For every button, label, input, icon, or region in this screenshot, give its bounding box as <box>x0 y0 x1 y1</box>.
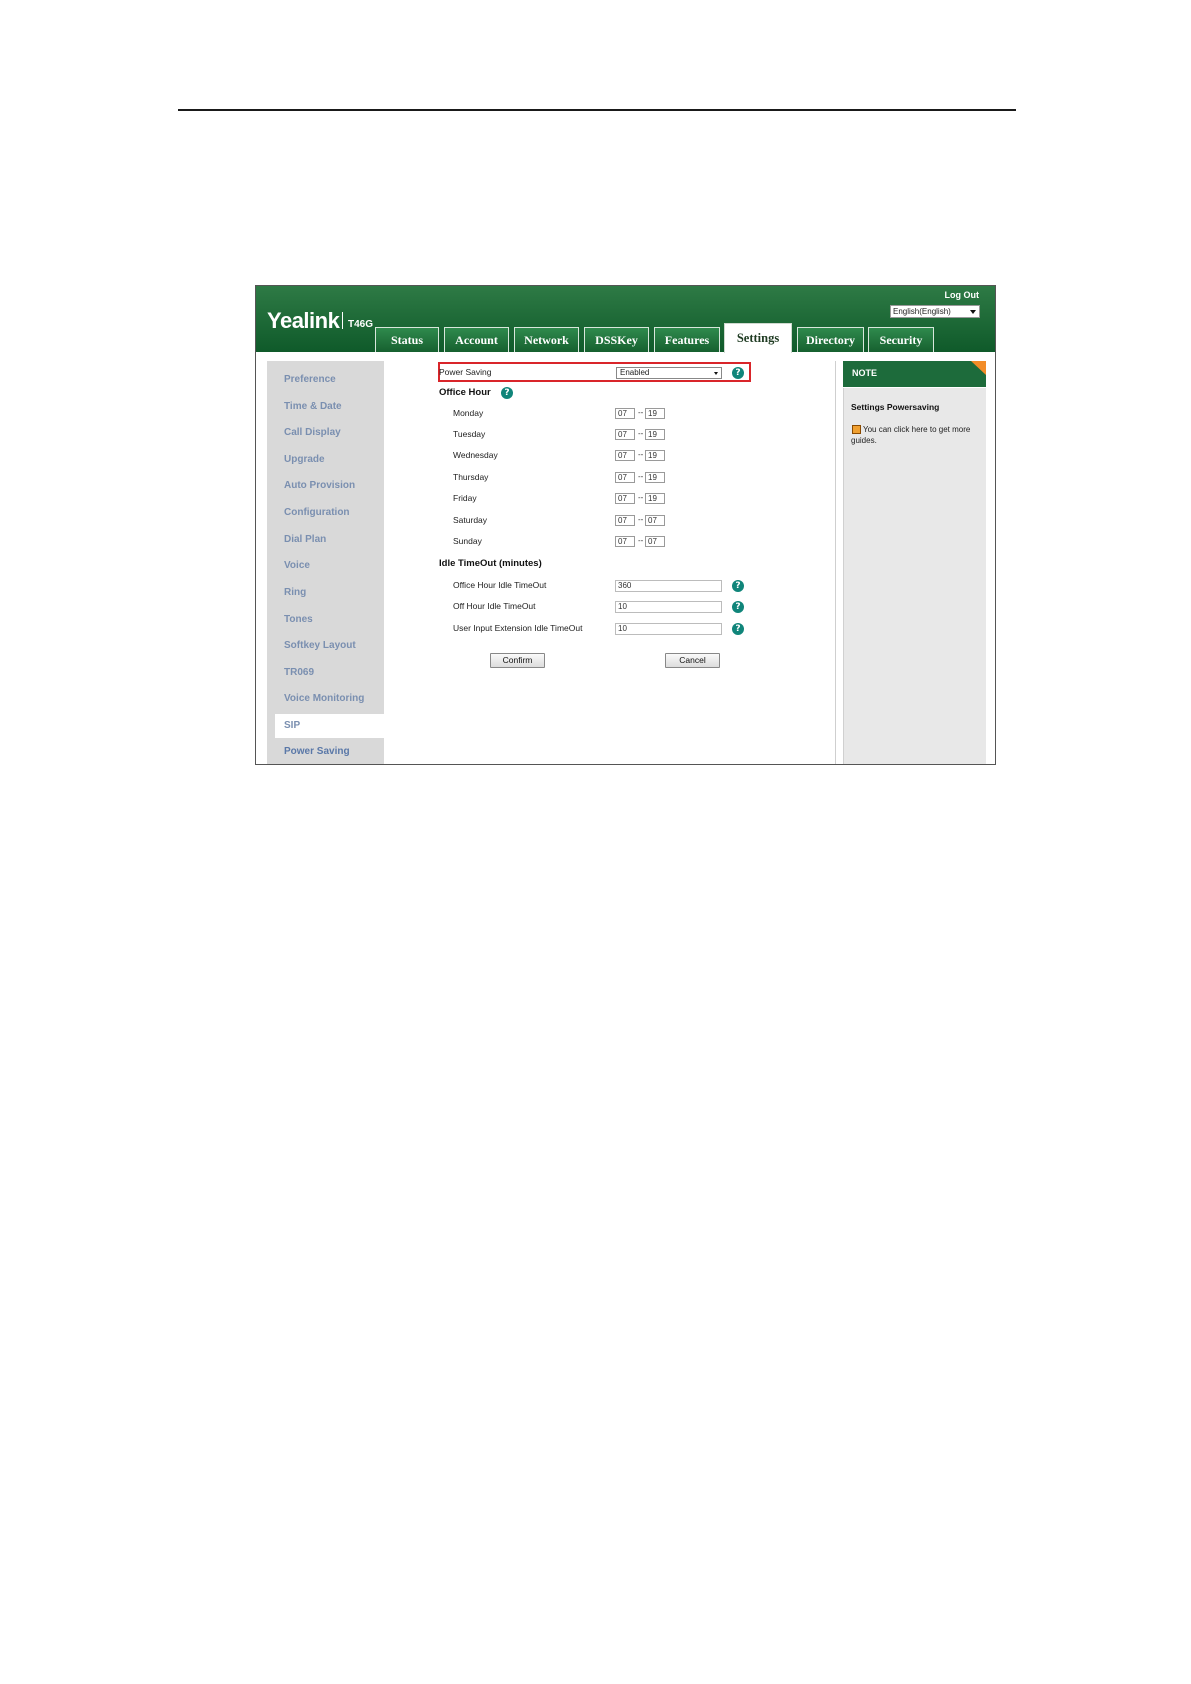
help-icon[interactable]: ? <box>732 601 744 613</box>
help-icon[interactable]: ? <box>732 367 744 379</box>
range-separator: -- <box>638 515 644 524</box>
sunday-start-input[interactable]: 07 <box>615 536 635 547</box>
tab-status[interactable]: Status <box>375 327 439 352</box>
off-hour-idle-input[interactable]: 10 <box>615 601 722 613</box>
day-label-wednesday: Wednesday <box>453 450 498 460</box>
power-saving-label: Power Saving <box>439 367 492 377</box>
sidebar-item-tones[interactable]: Tones <box>284 614 313 625</box>
help-icon[interactable]: ? <box>732 623 744 635</box>
tuesday-end-input[interactable]: 19 <box>645 429 665 440</box>
day-label-thursday: Thursday <box>453 472 489 482</box>
sidebar-item-upgrade[interactable]: Upgrade <box>284 454 325 465</box>
range-separator: -- <box>638 472 644 481</box>
sidebar-item-configuration[interactable]: Configuration <box>284 507 350 518</box>
content-divider <box>835 361 836 764</box>
day-label-monday: Monday <box>453 408 484 418</box>
sidebar-item-call-display[interactable]: Call Display <box>284 427 341 438</box>
power-saving-value: Enabled <box>620 368 650 377</box>
confirm-button[interactable]: Confirm <box>490 653 545 668</box>
day-label-tuesday: Tuesday <box>453 429 486 439</box>
note-guide-link[interactable]: You can click here to get more guides. <box>851 424 976 446</box>
tab-security[interactable]: Security <box>868 327 934 352</box>
help-icon[interactable]: ? <box>501 387 513 399</box>
note-title: NOTE <box>852 368 878 378</box>
user-input-idle-input[interactable]: 10 <box>615 623 722 635</box>
tab-network[interactable]: Network <box>514 327 579 352</box>
off-hour-idle-label: Off Hour Idle TimeOut <box>453 601 536 611</box>
day-label-sunday: Sunday <box>453 536 482 546</box>
sidebar-item-time-date[interactable]: Time & Date <box>284 401 342 412</box>
phone-model: T46G <box>348 319 374 330</box>
sidebar-item-sip[interactable]: SIP <box>284 720 300 731</box>
range-separator: -- <box>638 429 644 438</box>
page-top-rule <box>178 109 1016 111</box>
sidebar-item-voice-monitoring[interactable]: Voice Monitoring <box>284 693 364 704</box>
wednesday-end-input[interactable]: 19 <box>645 450 665 461</box>
logout-link[interactable]: Log Out <box>945 290 980 300</box>
sidebar-item-auto-provision[interactable]: Auto Provision <box>284 480 355 491</box>
thursday-start-input[interactable]: 07 <box>615 472 635 483</box>
sidebar-item-voice[interactable]: Voice <box>284 560 310 571</box>
sunday-end-input[interactable]: 07 <box>645 536 665 547</box>
range-separator: -- <box>638 493 644 502</box>
power-saving-select[interactable]: Enabled <box>616 367 722 379</box>
saturday-start-input[interactable]: 07 <box>615 515 635 526</box>
logo-separator <box>342 312 343 329</box>
sidebar-item-power-saving[interactable]: Power Saving <box>284 746 350 757</box>
tab-settings[interactable]: Settings <box>724 323 792 353</box>
sidebar-item-preference[interactable]: Preference <box>284 374 336 385</box>
help-icon[interactable]: ? <box>732 580 744 592</box>
web-ui-screenshot: Yealink T46G Log Out English(English) St… <box>255 285 996 765</box>
range-separator: -- <box>638 450 644 459</box>
friday-end-input[interactable]: 19 <box>645 493 665 504</box>
saturday-end-input[interactable]: 07 <box>645 515 665 526</box>
cancel-button[interactable]: Cancel <box>665 653 720 668</box>
wednesday-start-input[interactable]: 07 <box>615 450 635 461</box>
language-value: English(English) <box>893 307 951 316</box>
tab-account[interactable]: Account <box>444 327 509 352</box>
tuesday-start-input[interactable]: 07 <box>615 429 635 440</box>
sidebar-item-softkey-layout[interactable]: Softkey Layout <box>284 640 356 651</box>
day-label-friday: Friday <box>453 493 477 503</box>
tab-features[interactable]: Features <box>654 327 720 352</box>
idle-timeout-title: Idle TimeOut (minutes) <box>439 558 542 569</box>
language-select[interactable]: English(English) <box>890 305 980 318</box>
user-input-idle-label: User Input Extension Idle TimeOut <box>453 623 583 633</box>
office-hour-title: Office Hour <box>439 387 491 398</box>
chevron-down-icon <box>714 372 718 375</box>
range-separator: -- <box>638 536 644 545</box>
chevron-down-icon <box>970 310 976 314</box>
yealink-logo: Yealink <box>267 308 340 333</box>
office-hour-idle-input[interactable]: 360 <box>615 580 722 592</box>
note-corner-fold <box>971 361 986 375</box>
sidebar-item-tr069[interactable]: TR069 <box>284 667 314 678</box>
day-label-saturday: Saturday <box>453 515 488 525</box>
thursday-end-input[interactable]: 19 <box>645 472 665 483</box>
sidebar-item-ring[interactable]: Ring <box>284 587 306 598</box>
monday-start-input[interactable]: 07 <box>615 408 635 419</box>
monday-end-input[interactable]: 19 <box>645 408 665 419</box>
sidebar-item-dial-plan[interactable]: Dial Plan <box>284 534 326 545</box>
friday-start-input[interactable]: 07 <box>615 493 635 504</box>
note-subtitle: Settings Powersaving <box>851 402 940 412</box>
range-separator: -- <box>638 408 644 417</box>
office-hour-idle-label: Office Hour Idle TimeOut <box>453 580 547 590</box>
tab-directory[interactable]: Directory <box>797 327 864 352</box>
tab-dsskey[interactable]: DSSKey <box>584 327 649 352</box>
